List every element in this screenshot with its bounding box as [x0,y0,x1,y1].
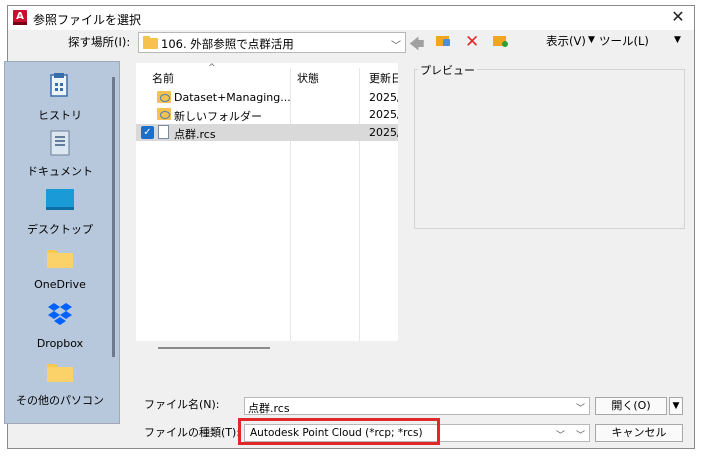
file-name: 点群.rcs [174,128,216,141]
view-menu[interactable]: 表示(V) [546,33,586,49]
column-name[interactable]: 名前 [152,70,174,86]
file-icon [158,125,169,139]
onedrive-folder-icon [47,250,73,268]
caret-down-icon[interactable]: ▼ [588,35,595,45]
file-name-label: ファイル名(N): [144,398,220,411]
horizontal-scrollbar[interactable] [158,347,270,349]
table-row[interactable]: ✓ 点群.rcs 2025/02 [136,124,398,141]
place-label: デスクトップ [27,223,93,236]
chevron-down-icon[interactable]: ﹀ [556,428,565,441]
file-name-input[interactable]: 点群.rcs ﹀ [244,397,590,415]
folder-icon [47,364,73,382]
places-bar: ヒストリ ドキュメント デスクトップ OneDrive Dropbox その他の… [4,61,120,424]
places-scrollbar[interactable] [112,77,115,357]
window-title: 参照ファイルを選択 [33,13,142,27]
place-label: ヒストリ [38,109,82,122]
preview-label: プレビュー [418,62,477,78]
column-status[interactable]: 状態 [297,70,319,86]
title-bar: A 参照ファイルを選択 ✕ [8,6,694,30]
up-folder-icon[interactable] [436,33,451,47]
table-row[interactable]: Dataset+Managing... 2025/02 [136,89,398,106]
column-date[interactable]: 更新日 [369,70,398,86]
file-list: ^ 名前 状態 更新日 Dataset+Managing... 2025/02 … [136,63,398,341]
cancel-button[interactable]: キャンセル [595,424,683,442]
chevron-down-icon[interactable]: ﹀ [576,401,585,414]
new-folder-icon[interactable] [493,33,508,47]
app-icon: A [13,10,27,25]
preview-box [414,69,685,229]
file-type-label: ファイルの種類(T): [144,426,241,439]
close-icon[interactable]: ✕ [668,7,688,27]
file-type-value: Autodesk Point Cloud (*rcp; *rcs) [250,427,423,439]
file-name: 新しいフォルダー [174,110,262,123]
file-date: 2025/02 [369,91,398,104]
file-name: Dataset+Managing... [174,91,291,104]
look-in-dropdown[interactable]: 106. 外部参照で点群活用 ﹀ [138,32,406,53]
file-date: 2025/02 [369,126,398,139]
chevron-down-icon: ﹀ [391,41,401,52]
file-name-value: 点群.rcs [248,402,290,415]
chevron-down-icon[interactable]: ﹀ [576,428,585,441]
look-in-label: 探す場所(I): [68,35,131,49]
desktop-icon [46,189,74,210]
dropbox-icon [48,303,72,325]
sort-caret-icon: ^ [208,63,216,73]
history-icon [50,73,68,97]
folder-icon [46,418,74,424]
tools-menu[interactable]: ツール(L) [599,33,649,49]
place-label: ドキュメント [27,165,93,178]
documents-icon [50,130,70,156]
place-label: その他のパソコン [16,394,104,407]
folder-icon [143,36,158,49]
open-dropdown-button[interactable]: ▼ [669,397,683,415]
table-row[interactable]: 新しいフォルダー 2025/03 [136,106,398,123]
open-button[interactable]: 開く(O) [595,397,667,415]
folder-icon [157,108,171,120]
look-in-value: 106. 外部参照で点群活用 [161,37,294,51]
caret-down-icon[interactable]: ▼ [674,35,681,45]
place-label: OneDrive [34,278,86,291]
file-type-dropdown[interactable]: Autodesk Point Cloud (*rcp; *rcs) ﹀ ﹀ [244,424,590,442]
folder-icon [157,91,171,103]
checkbox-checked-icon[interactable]: ✓ [141,126,154,139]
place-label: Dropbox [36,337,84,350]
back-arrow-icon[interactable]: 🡄 [409,34,425,59]
delete-icon[interactable]: ✕ [465,32,479,52]
file-date: 2025/03 [369,108,398,121]
